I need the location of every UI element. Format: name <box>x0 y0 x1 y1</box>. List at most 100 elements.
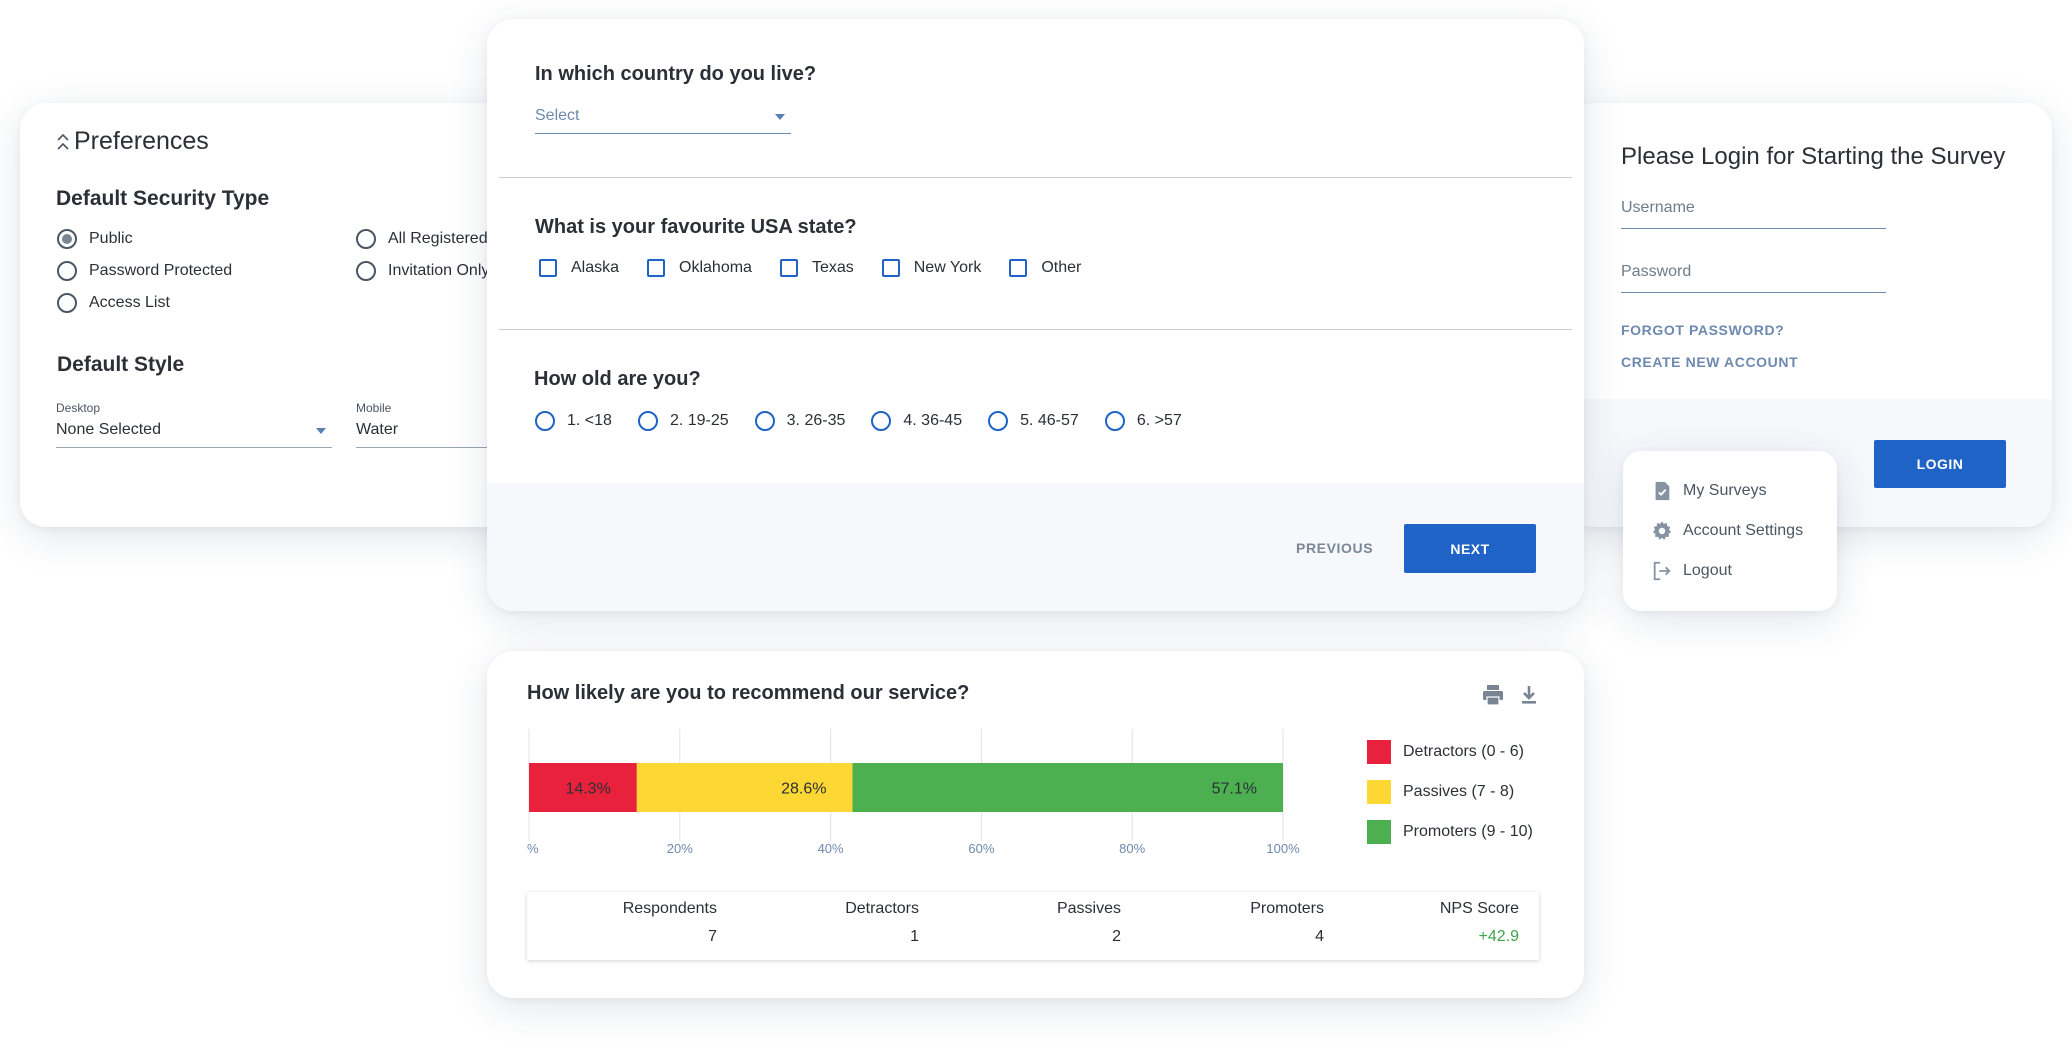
radio-all-registered[interactable]: All Registered <box>356 229 488 249</box>
nps-stacked-bar-chart: % 20% 40% 60% 80% 100% 14.3% 28.6% 57.1% <box>527 729 1300 856</box>
radio-button[interactable] <box>57 229 77 249</box>
forgot-password-link[interactable]: FORGOT PASSWORD? <box>1621 322 1784 338</box>
radio-label: 3. 26-35 <box>786 412 846 429</box>
radio-age-4[interactable]: 4. 36-45 <box>871 411 962 431</box>
country-select[interactable]: Select <box>535 107 791 134</box>
stat-respondents: Respondents 7 <box>623 900 717 946</box>
menu-item-my-surveys[interactable]: My Surveys <box>1651 480 1767 502</box>
checkbox-other[interactable]: Other <box>1009 259 1081 277</box>
radio-button[interactable] <box>871 411 892 431</box>
checkbox[interactable] <box>881 259 900 277</box>
checkbox[interactable] <box>779 259 798 277</box>
stat-nps-score: NPS Score +42.9 <box>1440 900 1519 946</box>
dropdown-caret-icon <box>775 114 785 120</box>
download-icon[interactable] <box>1517 683 1541 707</box>
radio-age-6[interactable]: 6. >57 <box>1104 411 1182 431</box>
preferences-panel: Preferences Default Security Type Public… <box>20 103 520 527</box>
section-divider <box>499 177 1572 178</box>
stat-value: 4 <box>1315 928 1324 945</box>
radio-age-1[interactable]: 1. <18 <box>535 411 612 431</box>
x-tick-label: 40% <box>818 841 844 856</box>
login-button[interactable]: LOGIN <box>1874 440 2006 488</box>
data-label: 28.6% <box>781 781 826 798</box>
stat-value: 1 <box>910 928 919 945</box>
legend-item-passives: Passives (7 - 8) <box>1367 780 1533 804</box>
mobile-style-value: Water <box>356 421 399 438</box>
x-tick-label: % <box>527 841 539 856</box>
next-button[interactable]: NEXT <box>1404 524 1536 573</box>
preferences-header[interactable]: Preferences <box>56 127 209 156</box>
x-tick-label: 80% <box>1119 841 1145 856</box>
radio-button[interactable] <box>754 411 775 431</box>
checkbox-texas[interactable]: Texas <box>779 259 854 277</box>
password-underline <box>1621 292 1886 293</box>
question-age: How old are you? <box>534 368 701 390</box>
radio-age-5[interactable]: 5. 46-57 <box>988 411 1079 431</box>
radio-button[interactable] <box>57 261 77 281</box>
radio-button[interactable] <box>1104 411 1125 431</box>
checkbox-alaska[interactable]: Alaska <box>539 259 619 277</box>
stat-header: Detractors <box>845 900 919 917</box>
nps-report-panel: How likely are you to recommend our serv… <box>487 651 1584 998</box>
checkbox-oklahoma[interactable]: Oklahoma <box>647 259 752 277</box>
x-tick-label: 20% <box>667 841 693 856</box>
checkbox[interactable] <box>1009 259 1028 277</box>
x-tick-label: 100% <box>1266 841 1300 856</box>
radio-label: Access List <box>89 294 170 311</box>
checkbox[interactable] <box>539 259 557 277</box>
menu-item-logout[interactable]: Logout <box>1651 560 1732 582</box>
mobile-label: Mobile <box>356 401 392 415</box>
radio-button[interactable] <box>988 411 1009 431</box>
stat-detractors: Detractors 1 <box>845 900 919 946</box>
password-field[interactable]: Password <box>1621 263 1691 281</box>
stat-promoters: Promoters 4 <box>1250 900 1324 946</box>
stat-passives: Passives 2 <box>1057 900 1121 946</box>
radio-public[interactable]: Public <box>57 229 133 249</box>
survey-check-icon <box>1655 481 1670 501</box>
checkbox-label: Other <box>1041 259 1082 276</box>
create-account-link[interactable]: CREATE NEW ACCOUNT <box>1621 354 1798 370</box>
security-type-heading: Default Security Type <box>56 187 270 210</box>
print-icon[interactable] <box>1481 683 1505 707</box>
legend-label: Promoters (9 - 10) <box>1403 823 1533 840</box>
radio-invitation-only[interactable]: Invitation Only <box>356 261 489 281</box>
checkbox-label: Texas <box>811 259 854 276</box>
dropdown-caret-icon <box>316 428 326 434</box>
default-style-heading: Default Style <box>57 353 185 376</box>
desktop-style-select[interactable]: None Selected <box>56 421 332 448</box>
nps-stats-table: Respondents 7 Detractors 1 Passives 2 Pr… <box>527 892 1539 960</box>
radio-button[interactable] <box>57 293 77 313</box>
username-field[interactable]: Username <box>1621 199 1695 217</box>
country-select-placeholder: Select <box>535 107 580 124</box>
data-label: 57.1% <box>1212 781 1257 798</box>
radio-access-list[interactable]: Access List <box>57 293 170 313</box>
radio-label: All Registered <box>388 230 488 247</box>
radio-button[interactable] <box>535 411 555 431</box>
logout-icon <box>1653 561 1671 581</box>
checkbox-label: Alaska <box>571 259 620 276</box>
legend-swatch <box>1367 740 1391 764</box>
collapse-chevron-icon[interactable] <box>56 133 70 151</box>
legend-swatch <box>1367 780 1391 804</box>
desktop-style-value: None Selected <box>56 421 161 438</box>
menu-item-account-settings[interactable]: Account Settings <box>1651 520 1803 542</box>
state-checkbox-group: Alaska Oklahoma Texas New York Other <box>539 259 1109 277</box>
nps-score-value: +42.9 <box>1478 928 1519 945</box>
question-country: In which country do you live? <box>535 63 817 85</box>
checkbox-new-york[interactable]: New York <box>881 259 981 277</box>
nps-question-title: How likely are you to recommend our serv… <box>527 682 970 704</box>
radio-age-3[interactable]: 3. 26-35 <box>754 411 846 431</box>
radio-label: 2. 19-25 <box>669 412 729 429</box>
radio-button[interactable] <box>637 411 658 431</box>
radio-password-protected[interactable]: Password Protected <box>57 261 232 281</box>
checkbox[interactable] <box>647 259 666 277</box>
previous-button[interactable]: PREVIOUS <box>1296 540 1373 556</box>
radio-button[interactable] <box>356 229 376 249</box>
menu-item-label: Account Settings <box>1683 522 1804 539</box>
stat-header: Promoters <box>1250 900 1324 917</box>
radio-button[interactable] <box>356 261 376 281</box>
desktop-label: Desktop <box>56 401 101 415</box>
radio-age-2[interactable]: 2. 19-25 <box>637 411 729 431</box>
legend-label: Detractors (0 - 6) <box>1403 743 1524 760</box>
menu-item-label: My Surveys <box>1683 482 1767 499</box>
